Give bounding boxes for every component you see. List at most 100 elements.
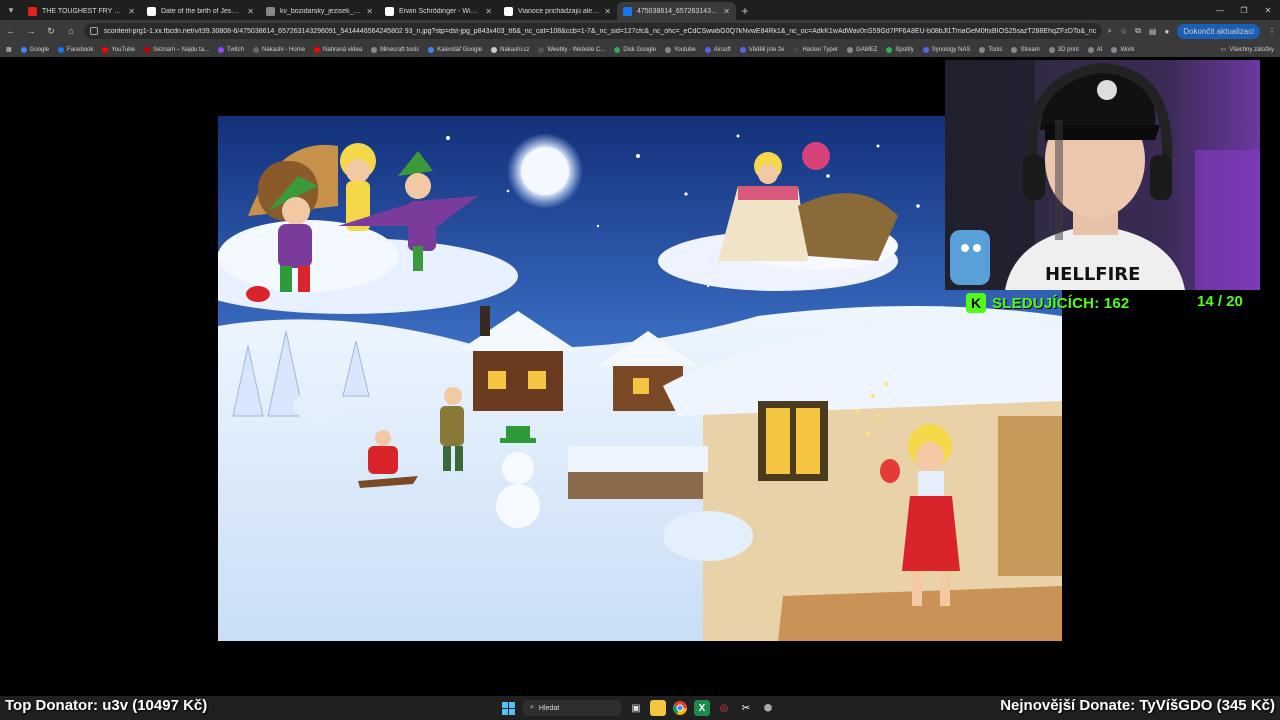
bookmark-item[interactable]: Weebly - Website C... (538, 46, 606, 53)
file-explorer-icon[interactable] (650, 700, 666, 716)
close-tab-icon[interactable]: ✕ (366, 7, 373, 16)
task-view-icon[interactable]: ▣ (628, 700, 644, 716)
bookmark-item[interactable]: Twitch (218, 46, 245, 53)
bookmark-label: Kalendář Google (437, 46, 483, 53)
bookmark-icon (704, 46, 711, 53)
bookmark-label: GAMEZ (856, 46, 878, 53)
bookmark-item[interactable]: Disk Google (614, 46, 656, 53)
recorder-icon[interactable]: ◎ (716, 700, 732, 716)
windows-start-icon[interactable] (500, 700, 516, 716)
maximize-icon[interactable]: ❐ (1232, 0, 1256, 20)
zoom-icon[interactable]: ⌕ (1108, 26, 1112, 36)
close-window-icon[interactable]: ✕ (1256, 0, 1280, 20)
bookmark-item[interactable]: Work (1111, 46, 1134, 53)
browser-tab[interactable]: Erwin Schrödinger - Wikipedia ✕ (379, 2, 498, 20)
bookmark-item[interactable]: Youtube (664, 46, 696, 53)
extensions-icon[interactable]: ⧉ (1135, 26, 1141, 36)
apps-icon[interactable]: ▦ (6, 46, 12, 53)
bookmark-label: Weebly - Website C... (547, 46, 606, 53)
bookmark-icon (253, 46, 260, 53)
follower-goal: 14 / 20 (1197, 293, 1243, 310)
bookmark-icon (1087, 46, 1094, 53)
tab-search-button[interactable]: ▾ (0, 0, 22, 20)
chrome-icon[interactable] (672, 700, 688, 716)
bookmark-label: Minecraft tools (380, 46, 420, 53)
toolbar-actions: ⌕ ☆ ⧉ ▤ ● Dokončit aktualizaci ⋮ (1108, 23, 1276, 39)
address-bar-row: ← → ↻ ⌂ scontent-prg1-1.xx.fbcdn.net/v/t… (0, 20, 1280, 42)
bookmark-item[interactable]: Věděli jste že (739, 46, 784, 53)
bookmark-item[interactable]: Synology NAS (922, 46, 970, 53)
capcut-icon[interactable]: ✂ (738, 700, 754, 716)
bookmark-star-icon[interactable]: ☆ (1120, 27, 1127, 36)
all-bookmarks[interactable]: ▭ Všechny záložky (1221, 42, 1274, 57)
bookmark-item[interactable]: Google (20, 46, 49, 53)
bookmark-item[interactable]: GAMEZ (847, 46, 878, 53)
bookmark-item[interactable]: Nakashi.cz (491, 46, 529, 53)
bookmark-icon (218, 46, 224, 53)
bookmark-label: Twitch (227, 46, 245, 53)
browser-tab[interactable]: Date of the birth of Jesus - Wi ✕ (141, 2, 260, 20)
browser-tab[interactable]: THE TOUGHEST FRY UP CHALL ✕ (22, 2, 141, 20)
browser-tab[interactable]: kv_bozidarsky_jezisek_2010073 ✕ (260, 2, 379, 20)
close-tab-icon[interactable]: ✕ (247, 7, 254, 16)
bookmark-icon (614, 46, 621, 53)
forward-icon[interactable]: → (24, 26, 38, 36)
site-info-icon[interactable] (90, 27, 98, 35)
browser-tab-bar: ▾ THE TOUGHEST FRY UP CHALL✕Date of the … (0, 0, 1280, 20)
bookmark-item[interactable]: Hacker Typer (793, 46, 839, 53)
taskbar-search[interactable]: ⌕ Hledat (522, 700, 622, 716)
sidebar-icon[interactable]: ▤ (1149, 27, 1157, 36)
bookmark-item[interactable]: Airsoft (704, 46, 731, 53)
bookmark-item[interactable]: Stream (1011, 46, 1040, 53)
bookmark-item[interactable]: YouTube (102, 46, 135, 53)
bookmark-label: Hacker Typer (802, 46, 839, 53)
new-tab-button[interactable]: + (736, 2, 754, 20)
bookmark-item[interactable]: Tools (979, 46, 1002, 53)
tab-favicon-icon (504, 6, 513, 16)
webcam-feed: HELLFIRE (945, 60, 1260, 290)
bookmark-label: Disk Google (623, 46, 656, 53)
app-icon[interactable]: ⬢ (760, 700, 776, 716)
profile-icon[interactable]: ● (1164, 27, 1169, 36)
tab-favicon-icon (28, 6, 37, 16)
excel-icon[interactable]: X (694, 700, 710, 716)
tab-title: 475038614_657263143296091 (637, 7, 719, 15)
bookmark-item[interactable]: Kalendář Google (428, 46, 483, 53)
latest-donate: Nejnovější Donate: TyVíšGDO (345 Kč) (1000, 697, 1275, 714)
bookmark-icon (886, 46, 893, 53)
tab-favicon-icon (266, 6, 275, 16)
url-input[interactable]: scontent-prg1-1.xx.fbcdn.net/v/t39.30808… (84, 23, 1102, 39)
bookmark-item[interactable]: Minecraft tools (371, 46, 420, 53)
bookmark-icon (1111, 46, 1118, 53)
browser-tab[interactable]: Vianoce prichádzajú ale KLUD ✕ (498, 2, 617, 20)
christmas-illustration (218, 116, 1062, 641)
update-button[interactable]: Dokončit aktualizaci (1177, 23, 1260, 39)
menu-icon[interactable]: ⋮ (1268, 27, 1276, 36)
bookmark-item[interactable]: 3D print (1048, 46, 1079, 53)
tab-title: Erwin Schrödinger - Wikipedia (399, 7, 480, 15)
back-icon[interactable]: ← (4, 26, 18, 36)
bookmark-item[interactable]: AI (1087, 46, 1102, 53)
tab-title: Date of the birth of Jesus - Wi (161, 7, 242, 15)
reload-icon[interactable]: ↻ (44, 26, 58, 37)
bookmarks-bar: ▦ Google Facebook YouTube Seznam – Najdu ta… (0, 42, 1280, 57)
bookmark-list: Google Facebook YouTube Seznam – Najdu ta..… (20, 46, 1134, 53)
tab-favicon-icon (385, 6, 394, 16)
close-tab-icon[interactable]: ✕ (485, 7, 492, 16)
bookmark-item[interactable]: Spotify (886, 46, 914, 53)
close-tab-icon[interactable]: ✕ (723, 7, 730, 16)
close-tab-icon[interactable]: ✕ (604, 7, 611, 16)
bookmark-item[interactable]: Nakashi - Home (253, 46, 305, 53)
bookmark-icon (979, 46, 986, 53)
bookmark-icon (143, 46, 150, 53)
bookmark-item[interactable]: Facebook (58, 46, 93, 53)
minimize-icon[interactable]: — (1208, 0, 1232, 20)
tab-favicon-icon (623, 6, 632, 16)
close-tab-icon[interactable]: ✕ (128, 7, 135, 16)
tab-list: THE TOUGHEST FRY UP CHALL✕Date of the bi… (22, 2, 736, 20)
browser-tab[interactable]: 475038614_657263143296091 ✕ (617, 2, 736, 20)
bookmark-item[interactable]: Nahraná videa (314, 46, 362, 53)
home-icon[interactable]: ⌂ (64, 26, 78, 36)
bookmark-icon (847, 46, 854, 53)
bookmark-item[interactable]: Seznam – Najdu ta... (143, 46, 209, 53)
